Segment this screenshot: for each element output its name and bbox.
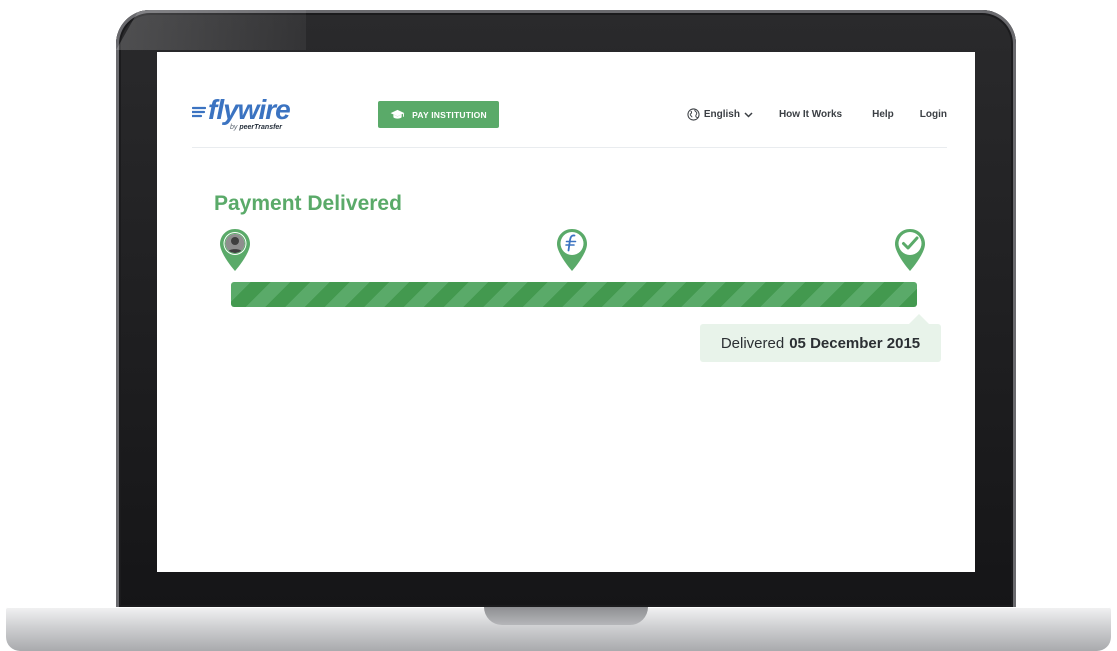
help-link[interactable]: Help (872, 109, 894, 120)
progress-bar (231, 282, 917, 307)
language-selector[interactable]: English (687, 108, 753, 121)
pay-institution-label: PAY INSTITUTION (412, 109, 487, 120)
user-icon (220, 229, 250, 271)
globe-icon (687, 108, 700, 121)
page-title: Payment Delivered (214, 192, 402, 215)
laptop-notch (484, 607, 648, 625)
pay-institution-button[interactable]: PAY INSTITUTION (378, 101, 499, 128)
site-header: flywire by peerTransfer PAY INSTITUTION (192, 52, 947, 148)
flywire-logo[interactable]: flywire by peerTransfer (192, 94, 291, 131)
delivered-date: 05 December 2015 (789, 334, 921, 352)
logo-mark-icon (192, 106, 206, 117)
logo-partner: peerTransfer (239, 124, 283, 131)
laptop-screen: flywire by peerTransfer PAY INSTITUTION (157, 52, 975, 572)
graduation-cap-icon (390, 109, 405, 119)
top-nav: English How It Works Help Login (687, 108, 947, 121)
logo-byline: by peerTransfer (230, 124, 283, 131)
delivered-label: Delivered (720, 334, 785, 352)
checkmark-icon (895, 229, 925, 271)
flywire-icon (557, 229, 587, 271)
login-link[interactable]: Login (920, 109, 947, 120)
how-it-works-link[interactable]: How It Works (779, 109, 842, 120)
chevron-down-icon (744, 111, 753, 118)
language-label: English (703, 109, 740, 120)
bezel-glare (116, 10, 306, 50)
delivery-tooltip: Delivered 05 December 2015 (700, 314, 941, 362)
logo-text: flywire (208, 94, 291, 125)
